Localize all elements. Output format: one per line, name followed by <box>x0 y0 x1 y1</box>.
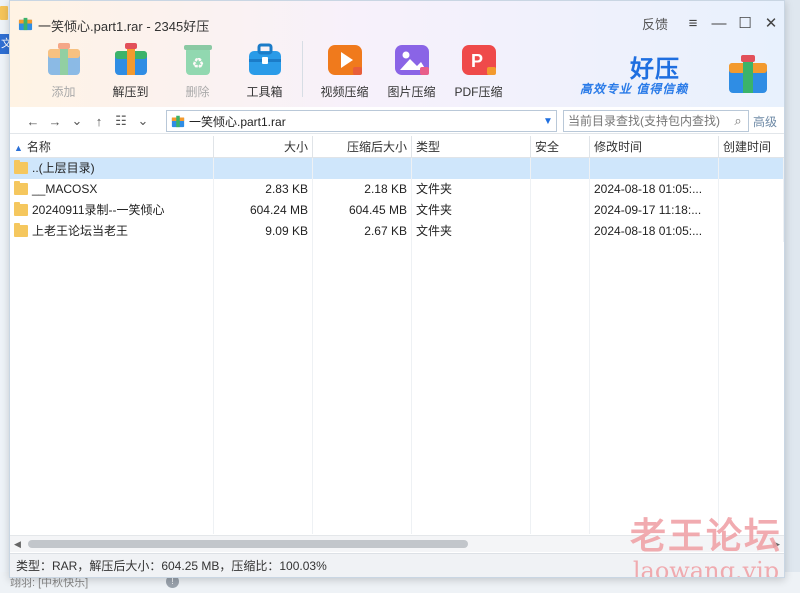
column-divider <box>313 158 412 534</box>
toolbox-icon <box>248 43 281 75</box>
toolbox-button[interactable]: 工具箱 <box>231 39 298 100</box>
image-compress-label: 图片压缩 <box>387 85 436 99</box>
view-mode-icon[interactable]: ☷ <box>110 113 132 129</box>
window-title: 一笑倾心.part1.rar - 2345好压 <box>38 19 210 34</box>
cell-created <box>719 221 784 242</box>
view-mode-chevron-down-icon[interactable]: ⌄ <box>132 113 154 129</box>
brand-logo: 好压 高效专业 值得信赖 <box>580 49 770 99</box>
image-compress-button[interactable]: 图片压缩 <box>378 39 445 100</box>
toolbar-separator <box>302 41 303 97</box>
address-bar: ← → ⌄ ↑ ☷ ⌄ 一笑倾心.part1.rar ▼ ⌕ 高级 <box>10 109 784 134</box>
column-header-packed-size[interactable]: 压缩后大小 <box>313 136 412 158</box>
add-archive-icon <box>47 43 80 75</box>
file-list: ▲ 名称 大小 压缩后大小 类型 安全 修改时间 创建时间 ..(上层目录) __M… <box>10 136 784 534</box>
column-header-size[interactable]: 大小 <box>214 136 313 158</box>
brand-slogan: 高效专业 值得信赖 <box>580 82 689 96</box>
column-header-created[interactable]: 创建时间 <box>719 136 784 158</box>
hamburger-icon[interactable]: ≡ <box>680 11 706 35</box>
sort-ascending-icon: ▲ <box>14 143 23 153</box>
column-header-name[interactable]: ▲ 名称 <box>10 136 214 158</box>
column-header-type[interactable]: 类型 <box>412 136 531 158</box>
pdf-compress-icon: P <box>461 45 496 75</box>
delete-button[interactable]: ♻ 删除 <box>164 39 231 100</box>
extract-to-button[interactable]: 解压到 <box>97 39 164 100</box>
background-folder-icon <box>0 6 8 20</box>
image-compress-icon <box>394 45 429 75</box>
column-divider <box>590 158 719 534</box>
delete-label: 删除 <box>185 85 210 99</box>
extract-icon <box>114 43 147 75</box>
search-field[interactable]: ⌕ <box>563 110 749 132</box>
extract-to-label: 解压到 <box>112 85 149 99</box>
feedback-button[interactable]: 反馈 <box>642 14 668 33</box>
close-icon[interactable]: ✕ <box>758 11 784 35</box>
cell-created <box>719 179 784 200</box>
app-logo-icon <box>18 17 33 31</box>
scroll-right-icon[interactable]: ▶ <box>773 539 780 550</box>
forward-arrow-icon[interactable]: → <box>44 114 66 129</box>
scroll-left-icon[interactable]: ◀ <box>14 539 21 550</box>
add-button[interactable]: 添加 <box>30 39 97 100</box>
column-divider <box>412 158 531 534</box>
back-arrow-icon[interactable]: ← <box>22 114 44 129</box>
svg-text:♻: ♻ <box>191 56 204 72</box>
path-dropdown-icon[interactable]: ▼ <box>540 116 556 127</box>
search-input[interactable] <box>564 114 728 128</box>
pdf-compress-label: PDF压缩 <box>454 85 503 99</box>
add-label: 添加 <box>51 85 76 99</box>
up-arrow-icon[interactable]: ↑ <box>88 114 110 129</box>
svg-text:P: P <box>470 51 482 71</box>
video-compress-label: 视频压缩 <box>320 85 369 99</box>
maximize-icon[interactable]: ☐ <box>732 11 758 35</box>
column-divider <box>214 158 313 534</box>
window-controls: 反馈 ≡ — ☐ ✕ <box>642 11 784 35</box>
brand-name: 好压 <box>630 56 680 83</box>
history-chevron-down-icon[interactable]: ⌄ <box>66 113 88 129</box>
search-icon[interactable]: ⌕ <box>728 113 748 129</box>
path-text: 一笑倾心.part1.rar <box>189 114 286 129</box>
recycle-icon: ♻ <box>183 45 212 75</box>
pdf-compress-button[interactable]: P PDF压缩 <box>445 39 512 100</box>
brand-archive-icon <box>729 55 767 93</box>
video-compress-button[interactable]: 视频压缩 <box>311 39 378 100</box>
file-list-header: ▲ 名称 大小 压缩后大小 类型 安全 修改时间 创建时间 <box>10 136 784 158</box>
cell-created <box>719 200 784 221</box>
column-divider <box>531 158 590 534</box>
path-field[interactable]: 一笑倾心.part1.rar ▼ <box>166 110 557 132</box>
minimize-icon[interactable]: — <box>706 11 732 35</box>
status-bar: 类型：RAR，解压后大小：604.25 MB，压缩比：100.03% <box>10 553 784 577</box>
cell-created <box>719 158 784 179</box>
horizontal-scrollbar[interactable]: ◀ ▶ <box>10 535 784 552</box>
column-header-security[interactable]: 安全 <box>531 136 590 158</box>
advanced-search-link[interactable]: 高级 <box>753 113 777 130</box>
main-toolbar: 添加 解压到 ♻ 删除 工具箱 视频压缩 图片压缩 P PDF压缩 <box>30 39 512 100</box>
toolbox-label: 工具箱 <box>246 85 283 99</box>
column-header-modified[interactable]: 修改时间 <box>590 136 719 158</box>
archive-window: 一笑倾心.part1.rar - 2345好压 反馈 ≡ — ☐ ✕ 添加 解压… <box>9 0 785 578</box>
archive-file-icon <box>171 115 185 128</box>
video-compress-icon <box>327 45 362 75</box>
scrollbar-thumb[interactable] <box>28 540 468 548</box>
title-bar: 一笑倾心.part1.rar - 2345好压 反馈 ≡ — ☐ ✕ 添加 解压… <box>10 1 784 107</box>
column-divider <box>10 158 214 534</box>
